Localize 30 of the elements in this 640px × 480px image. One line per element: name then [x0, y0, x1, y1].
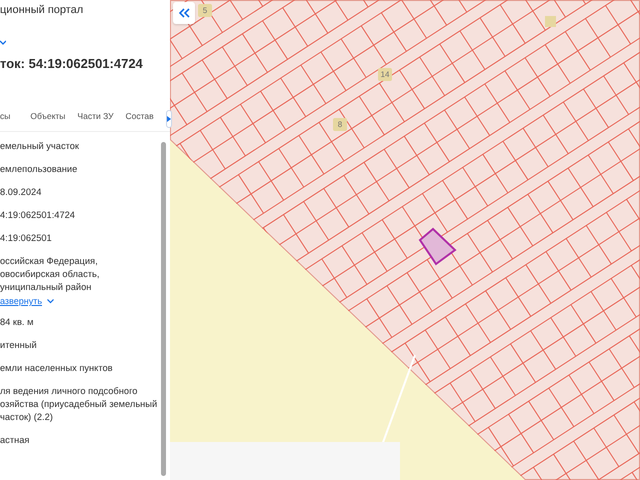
- parcel-number-label: 8: [333, 118, 347, 131]
- selected-parcel[interactable]: [418, 228, 457, 266]
- chevron-icon: [0, 40, 6, 46]
- detail-value: астная: [0, 434, 30, 447]
- detail-value: емельный участок: [0, 140, 80, 153]
- parcel-number-label: 14: [378, 68, 392, 81]
- tab[interactable]: Объекты: [30, 111, 72, 127]
- detail-value: емли населенных пунктов: [0, 362, 114, 375]
- arrow-right-icon: [166, 116, 171, 122]
- portal-title: ционный портал: [0, 3, 84, 18]
- tab[interactable]: Состав: [126, 111, 160, 127]
- detail-value: емлепользование: [0, 163, 78, 176]
- chevron-down-icon: [47, 298, 54, 304]
- collapse-panel-button[interactable]: [173, 2, 195, 24]
- detail-value: 8.09.2024: [0, 186, 42, 199]
- parcel-number-label: 5: [198, 4, 212, 17]
- expand-link[interactable]: азвернуть: [0, 296, 54, 306]
- tab[interactable]: Части ЗУ: [77, 111, 120, 127]
- map-marker: [545, 16, 556, 27]
- detail-value: 4:19:062501: [0, 232, 53, 245]
- detail-value: 84 кв. м: [0, 316, 34, 329]
- tab[interactable]: сы: [0, 111, 16, 127]
- next-tabs-button[interactable]: [166, 110, 172, 128]
- double-chevron-left-icon: [178, 8, 190, 18]
- scrollbar-thumb[interactable]: [161, 142, 166, 476]
- detail-value: 4:19:062501:4724: [0, 209, 76, 222]
- detail-value: оссийская Федерация, овосибирская область, униципальный район: [0, 255, 100, 294]
- detail-value: ля ведения личного подсобного озяйства (приусадебный земельный часток) (2.2): [0, 385, 158, 424]
- detail-value: итенный: [0, 339, 38, 352]
- parcel-heading: ток: 54:19:062501:4724: [0, 56, 144, 71]
